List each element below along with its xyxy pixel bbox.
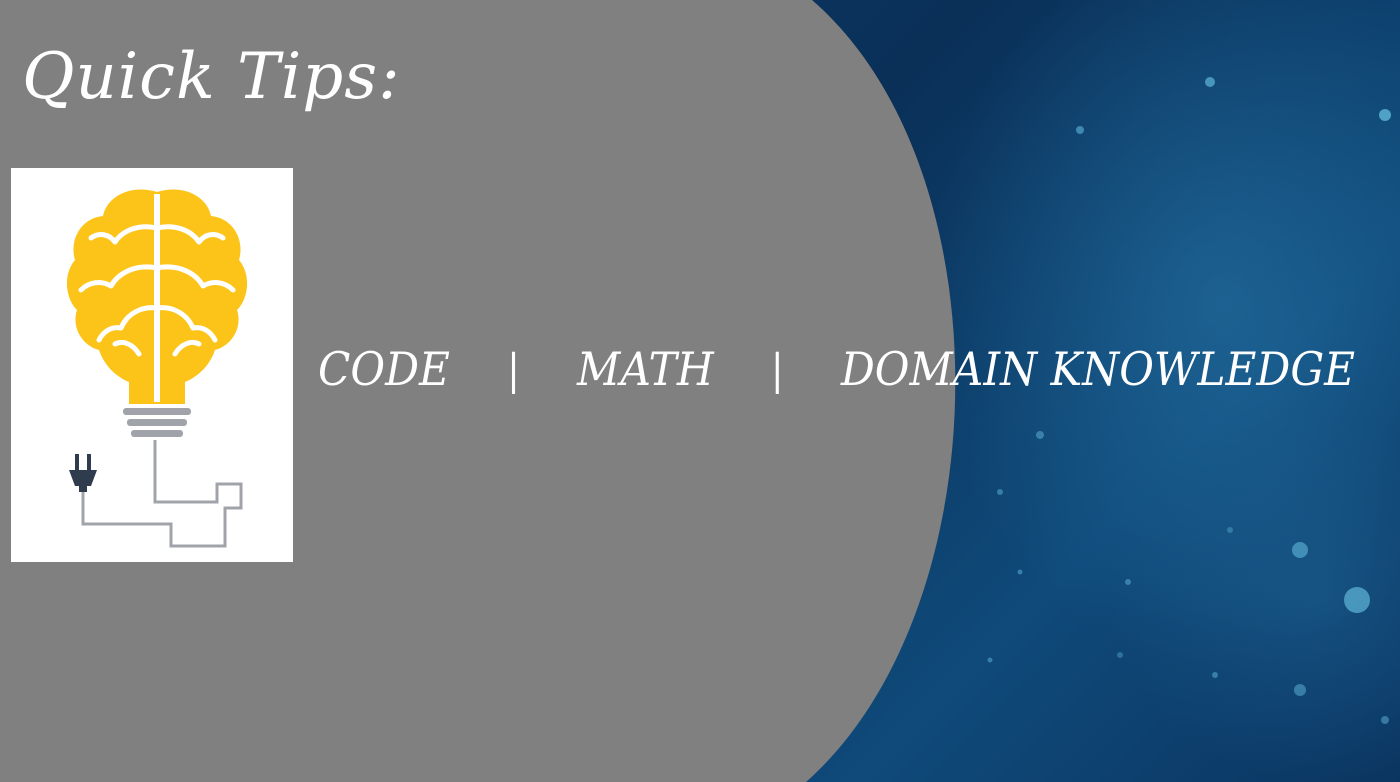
topic-separator: |	[770, 344, 784, 394]
topic-code: CODE	[318, 342, 450, 396]
brain-lightbulb-illustration	[11, 168, 293, 562]
topic-separator: |	[506, 344, 520, 394]
slide: Quick Tips: CODE | MATH | DOMAIN KNOWLED…	[0, 0, 1400, 782]
topic-domain-knowledge: DOMAIN KNOWLEDGE	[840, 342, 1356, 396]
topic-math: MATH	[577, 342, 714, 396]
topic-list: CODE | MATH | DOMAIN KNOWLEDGE	[318, 334, 1355, 404]
slide-title: Quick Tips:	[22, 40, 401, 114]
brain-lightbulb-icon	[66, 189, 248, 548]
